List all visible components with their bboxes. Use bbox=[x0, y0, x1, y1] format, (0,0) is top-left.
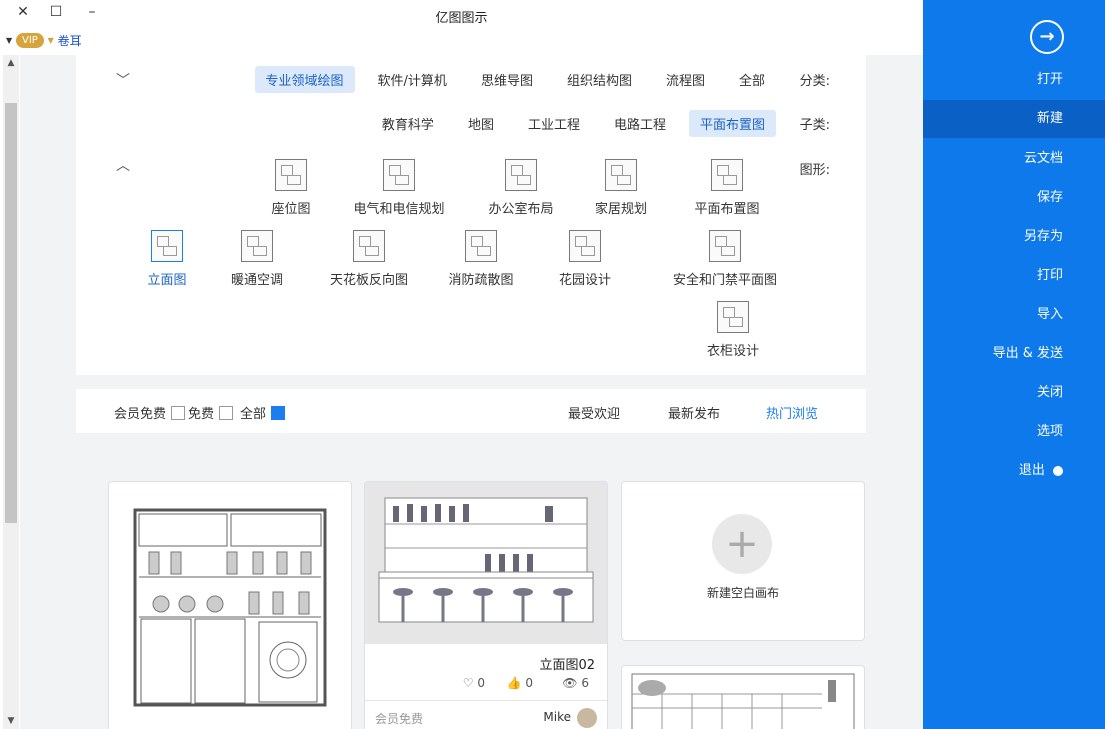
floor-plan-icon bbox=[711, 159, 743, 191]
menu-options[interactable]: 选项 bbox=[923, 413, 1105, 451]
template-card-elevation-02[interactable]: 立面图02 👁 6 👍 0 ♡ 0 Mike 会员免费 bbox=[364, 481, 608, 729]
subcategory-education[interactable]: 教育科学 bbox=[371, 110, 445, 137]
sort-newest[interactable]: 最新发布 bbox=[668, 403, 720, 422]
subcategory-map[interactable]: 地图 bbox=[457, 110, 505, 137]
thumb-up-icon: 👍 bbox=[506, 676, 522, 690]
views-count: 👁 6 bbox=[562, 676, 589, 690]
subcategory-industrial[interactable]: 工业工程 bbox=[517, 110, 591, 137]
shape-electrical[interactable]: 电气和电信规划 bbox=[344, 159, 454, 217]
back-arrow-icon[interactable]: → bbox=[1030, 20, 1064, 54]
new-blank-label: 新建空白画布 bbox=[706, 586, 779, 600]
shape-fire-escape[interactable]: 消防疏散图 bbox=[426, 230, 536, 288]
category-flowchart[interactable]: 流程图 bbox=[655, 66, 716, 93]
plus-icon: + bbox=[712, 514, 772, 574]
filter-member-free[interactable]: 会员免费 bbox=[114, 403, 186, 422]
wine-rack-preview-image bbox=[631, 673, 855, 729]
category-all[interactable]: 全部 bbox=[728, 66, 776, 93]
likes-count[interactable]: 👍 0 bbox=[507, 676, 533, 690]
sort-hot[interactable]: 热门浏览 bbox=[766, 403, 818, 422]
category-row: 分类: 全部 流程图 组织结构图 思维导图 软件/计算机 专业领域绘图 bbox=[243, 65, 830, 93]
template-preview-image bbox=[365, 482, 607, 644]
filter-all[interactable]: 全部 bbox=[240, 403, 286, 422]
category-professional[interactable]: 专业领域绘图 bbox=[254, 65, 355, 93]
shape-elevation[interactable]: 立面图 bbox=[112, 230, 222, 288]
shape-home-planning[interactable]: 家居规划 bbox=[566, 159, 676, 217]
menu-new[interactable]: 新建 bbox=[923, 100, 1105, 138]
favorites-count[interactable]: ♡ 0 bbox=[463, 676, 485, 690]
menu-open[interactable]: 打开 bbox=[923, 61, 1105, 99]
checkbox-icon[interactable] bbox=[219, 405, 234, 420]
bar-elevation-drawing bbox=[378, 497, 594, 623]
card-divider bbox=[365, 700, 607, 701]
shape-office-layout[interactable]: 办公室布局 bbox=[466, 159, 576, 217]
avatar bbox=[577, 708, 597, 728]
shape-floor-plan[interactable]: 平面布置图 bbox=[672, 159, 782, 217]
template-title[interactable]: 立面图02 bbox=[539, 654, 595, 673]
fire-escape-icon bbox=[465, 230, 497, 262]
title-bar: ✕ ☐ – 亿图图示 bbox=[0, 0, 923, 30]
menu-export-send[interactable]: 导出 & 发送 bbox=[923, 335, 1105, 373]
vertical-scrollbar[interactable]: ▲ ▼ bbox=[3, 55, 19, 729]
heart-icon: ♡ bbox=[462, 676, 474, 690]
shape-security[interactable]: 安全和门禁平面图 bbox=[660, 230, 790, 288]
sort-popular[interactable]: 最受欢迎 bbox=[568, 403, 620, 422]
template-card[interactable] bbox=[108, 481, 352, 729]
scroll-down-icon[interactable]: ▼ bbox=[3, 716, 19, 726]
subcategory-label: 子类: bbox=[799, 117, 830, 133]
file-menu-sidebar: → 打开 新建 云文档 保存 另存为 打印 导入 导出 & 发送 关闭 选项 退… bbox=[923, 0, 1105, 729]
collapse-chevron-icon[interactable]: ﹀ bbox=[116, 70, 130, 90]
exit-icon bbox=[1053, 465, 1063, 476]
vip-icon: ▼ bbox=[47, 36, 54, 45]
menu-cloud-docs[interactable]: 云文档 bbox=[923, 140, 1105, 178]
window-title: 亿图图示 bbox=[435, 11, 488, 26]
menu-close[interactable]: 关闭 bbox=[923, 374, 1105, 412]
filter-panel: ﹀ 分类: 全部 流程图 组织结构图 思维导图 软件/计算机 专业领域绘图 子类… bbox=[76, 55, 866, 375]
eye-icon: 👁 bbox=[562, 676, 578, 690]
office-layout-icon bbox=[505, 159, 537, 191]
sort-filter-bar: 热门浏览 最新发布 最受欢迎 全部 免费 会员免费 bbox=[76, 389, 866, 433]
hvac-icon bbox=[241, 230, 273, 262]
category-mind-map[interactable]: 思维导图 bbox=[470, 66, 544, 93]
scrollbar-thumb[interactable] bbox=[5, 103, 17, 523]
wardrobe-icon bbox=[717, 301, 749, 333]
shape-garden[interactable]: 花园设计 bbox=[530, 230, 640, 288]
member-free-tag: 会员免费 bbox=[375, 712, 424, 726]
menu-save[interactable]: 保存 bbox=[923, 179, 1105, 217]
shape-ceiling[interactable]: 天花板反向图 bbox=[314, 230, 424, 288]
vip-badge: VIP bbox=[15, 33, 44, 48]
subcategory-circuit[interactable]: 电路工程 bbox=[603, 110, 677, 137]
ceiling-plan-icon bbox=[353, 230, 385, 262]
checkbox-checked-icon[interactable] bbox=[271, 405, 286, 420]
checkbox-icon[interactable] bbox=[171, 405, 186, 420]
subcategory-row: 子类: 平面布置图 电路工程 工业工程 地图 教育科学 bbox=[359, 109, 830, 137]
seating-chart-icon bbox=[275, 159, 307, 191]
template-card[interactable] bbox=[621, 665, 865, 729]
expand-chevron-icon[interactable]: ︿ bbox=[116, 155, 130, 175]
subcategory-floor-plan[interactable]: 平面布置图 bbox=[688, 109, 776, 137]
home-planning-icon bbox=[605, 159, 637, 191]
security-plan-icon bbox=[709, 230, 741, 262]
shapes-label: 图形: bbox=[799, 163, 830, 178]
menu-import[interactable]: 导入 bbox=[923, 296, 1105, 334]
author-name[interactable]: Mike bbox=[543, 710, 571, 724]
new-blank-canvas-card[interactable]: + 新建空白画布 bbox=[621, 481, 865, 641]
electrical-plan-icon bbox=[383, 159, 415, 191]
menu-print[interactable]: 打印 bbox=[923, 257, 1105, 295]
dropdown-icon[interactable]: ▼ bbox=[6, 36, 12, 45]
user-bar[interactable]: ▼ VIP ▼ 卷耳 bbox=[6, 32, 82, 52]
filter-free[interactable]: 免费 bbox=[188, 403, 234, 422]
category-software[interactable]: 软件/计算机 bbox=[367, 66, 458, 93]
scroll-up-icon[interactable]: ▲ bbox=[3, 58, 19, 68]
elevation-icon bbox=[151, 230, 183, 262]
main-content: ﹀ 分类: 全部 流程图 组织结构图 思维导图 软件/计算机 专业领域绘图 子类… bbox=[20, 55, 923, 729]
shape-seating[interactable]: 座位图 bbox=[236, 159, 346, 217]
user-name[interactable]: 卷耳 bbox=[58, 34, 82, 48]
category-label: 分类: bbox=[799, 73, 830, 89]
shape-wardrobe[interactable]: 衣柜设计 bbox=[678, 301, 788, 359]
garden-design-icon bbox=[569, 230, 601, 262]
menu-save-as[interactable]: 另存为 bbox=[923, 218, 1105, 256]
menu-exit[interactable]: 退出 bbox=[923, 452, 1105, 490]
category-org-chart[interactable]: 组织结构图 bbox=[556, 66, 643, 93]
wardrobe-preview-image bbox=[133, 508, 327, 707]
